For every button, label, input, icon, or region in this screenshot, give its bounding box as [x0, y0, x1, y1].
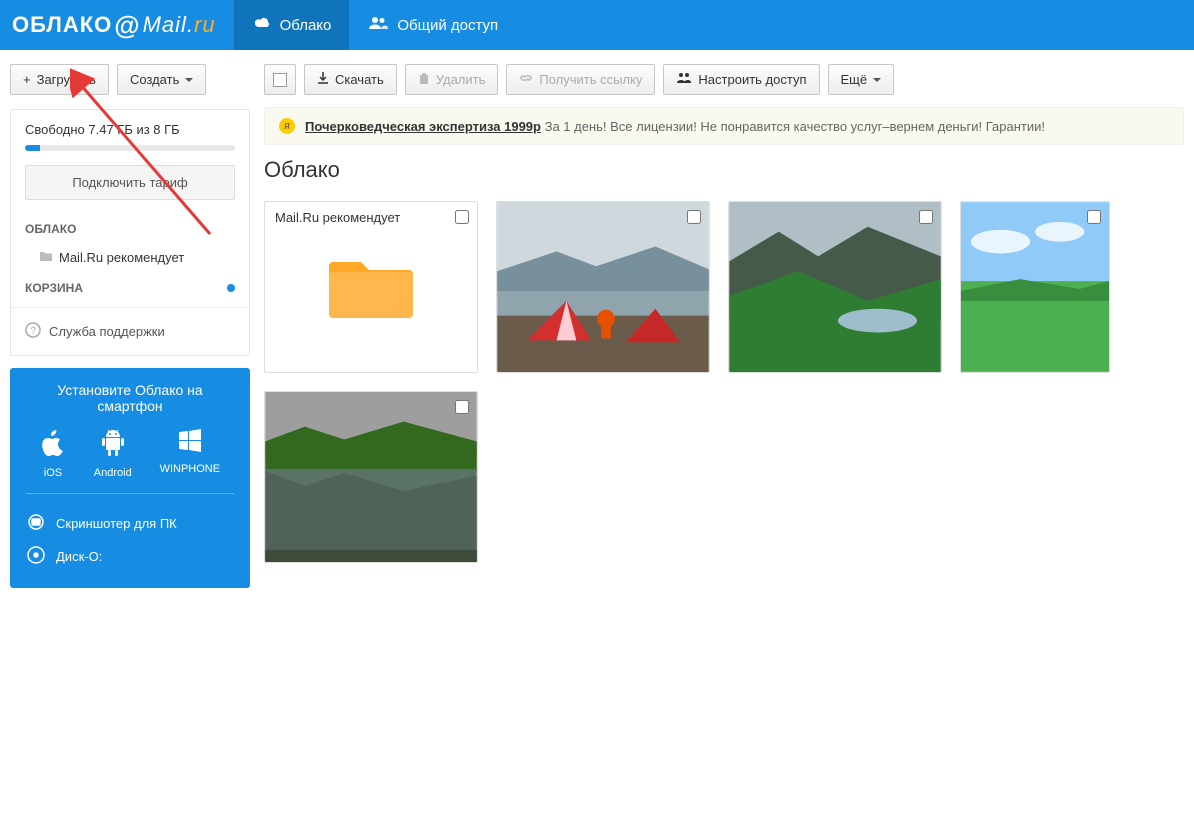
- upload-label: Загрузить: [37, 72, 96, 87]
- logo-at: @: [114, 10, 140, 41]
- nav-tabs: Облако Общий доступ: [234, 0, 517, 50]
- download-button[interactable]: Скачать: [304, 64, 397, 95]
- folder-icon: [39, 250, 53, 265]
- tile-label: Mail.Ru рекомендует: [275, 210, 400, 225]
- storage-panel: Свободно 7.47 ГБ из 8 ГБ Подключить тари…: [10, 109, 250, 356]
- trash-icon: [418, 72, 430, 87]
- configure-access-button[interactable]: Настроить доступ: [663, 64, 819, 95]
- logo-ru: ru: [194, 12, 216, 38]
- tile-checkbox[interactable]: [687, 210, 701, 224]
- tile-image[interactable]: [960, 201, 1110, 373]
- storage-progress: [25, 145, 235, 151]
- people-icon: [367, 16, 389, 34]
- ad-icon: я: [279, 118, 295, 134]
- caret-down-icon: [185, 78, 193, 82]
- thumbnail: [265, 392, 477, 562]
- tab-shared[interactable]: Общий доступ: [349, 0, 516, 50]
- upload-button[interactable]: + Загрузить: [10, 64, 109, 95]
- tile-image[interactable]: [728, 201, 942, 373]
- platform-label: Android: [94, 467, 132, 479]
- delete-button[interactable]: Удалить: [405, 64, 499, 95]
- tile-checkbox[interactable]: [455, 210, 469, 224]
- sidebar-heading-trash[interactable]: КОРЗИНА: [25, 281, 83, 295]
- camera-icon: [26, 514, 46, 533]
- app-header: ОБЛАКО @ Mail.ru Облако Общий доступ: [0, 0, 1194, 50]
- tab-label: Общий доступ: [397, 17, 498, 34]
- thumbnail: [729, 202, 941, 372]
- storage-text: Свободно 7.47 ГБ из 8 ГБ: [25, 122, 235, 137]
- cloud-icon: [252, 16, 272, 34]
- promo-link-label: Диск-О:: [56, 549, 102, 564]
- ad-text: За 1 день! Все лицензии! Не понравится к…: [545, 119, 1045, 134]
- logo[interactable]: ОБЛАКО @ Mail.ru: [0, 10, 234, 41]
- help-icon: ?: [25, 322, 41, 341]
- thumbnail: [497, 202, 709, 372]
- promo-link-label: Скриншотер для ПК: [56, 516, 177, 531]
- link-icon: [519, 72, 533, 87]
- promo-ios[interactable]: iOS: [40, 428, 66, 479]
- page-title: Облако: [264, 157, 1184, 183]
- ad-link[interactable]: Почерковедческая экспертиза 1999р: [305, 119, 541, 134]
- create-label: Создать: [130, 72, 179, 87]
- more-button[interactable]: Ещё: [828, 64, 895, 95]
- ad-banner[interactable]: я Почерковедческая экспертиза 1999р За 1…: [264, 107, 1184, 145]
- svg-text:?: ?: [30, 326, 36, 337]
- android-icon: [100, 428, 126, 461]
- trash-indicator-dot: [227, 284, 235, 292]
- download-icon: [317, 72, 329, 87]
- tile-checkbox[interactable]: [1087, 210, 1101, 224]
- select-all-checkbox[interactable]: [264, 64, 296, 95]
- platform-label: iOS: [44, 467, 62, 479]
- disk-icon: [26, 545, 46, 568]
- create-button[interactable]: Создать: [117, 64, 206, 95]
- tile-image[interactable]: [264, 391, 478, 563]
- logo-mail: Mail.: [143, 12, 194, 38]
- main-area: Скачать Удалить Получить ссылку Настроит…: [260, 50, 1194, 602]
- promo-title: Установите Облако на смартфон: [26, 382, 234, 414]
- tab-label: Облако: [280, 17, 332, 34]
- promo-android[interactable]: Android: [94, 428, 132, 479]
- checkbox-icon: [273, 73, 287, 87]
- plan-button[interactable]: Подключить тариф: [25, 165, 235, 200]
- sidebar-item-recommends[interactable]: Mail.Ru рекомендует: [25, 244, 235, 271]
- promo-screenshoter[interactable]: Скриншотер для ПК: [26, 508, 234, 539]
- platform-label: WINPHONE: [160, 463, 221, 475]
- tile-checkbox[interactable]: [919, 210, 933, 224]
- promo-box: Установите Облако на смартфон iOS Androi…: [10, 368, 250, 588]
- tile-image[interactable]: [496, 201, 710, 373]
- logo-text: ОБЛАКО: [12, 12, 112, 38]
- apple-icon: [40, 428, 66, 461]
- file-grid: Mail.Ru рекомендует: [264, 201, 1184, 563]
- promo-winphone[interactable]: WINPHONE: [160, 428, 221, 479]
- tile-checkbox[interactable]: [455, 400, 469, 414]
- tab-cloud[interactable]: Облако: [234, 0, 350, 50]
- tile-folder[interactable]: Mail.Ru рекомендует: [264, 201, 478, 373]
- storage-progress-fill: [25, 145, 40, 151]
- sidebar-heading-cloud: ОБЛАКО: [25, 222, 235, 236]
- sidebar: + Загрузить Создать Свободно 7.47 ГБ из …: [0, 50, 260, 602]
- support-link[interactable]: ? Служба поддержки: [11, 307, 249, 355]
- caret-down-icon: [873, 78, 881, 82]
- thumbnail: [961, 202, 1109, 372]
- windows-icon: [177, 428, 203, 457]
- toolbar: Скачать Удалить Получить ссылку Настроит…: [264, 64, 1184, 95]
- plus-icon: +: [23, 72, 31, 87]
- get-link-button[interactable]: Получить ссылку: [506, 64, 655, 95]
- folder-icon: [327, 250, 415, 325]
- promo-disko[interactable]: Диск-О:: [26, 539, 234, 574]
- people-icon: [676, 72, 692, 87]
- support-label: Служба поддержки: [49, 324, 165, 339]
- sidebar-item-label: Mail.Ru рекомендует: [59, 250, 184, 265]
